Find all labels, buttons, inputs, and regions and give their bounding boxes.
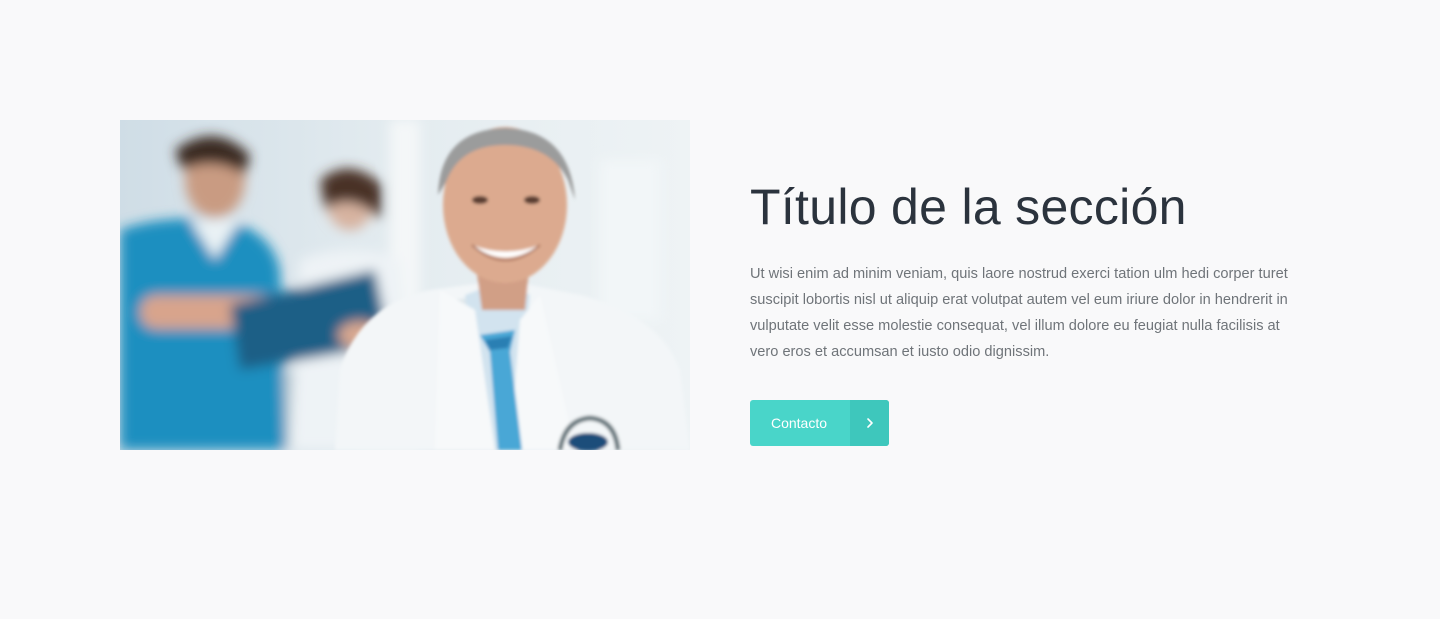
- section-content: Título de la sección Ut wisi enim ad min…: [750, 176, 1320, 365]
- contact-button[interactable]: Contacto: [750, 400, 889, 446]
- doctor-photo-illustration: [120, 120, 690, 450]
- content-section: Título de la sección Ut wisi enim ad min…: [0, 0, 1440, 619]
- section-body-text: Ut wisi enim ad minim veniam, quis laore…: [750, 266, 1288, 360]
- doctor-photo: [120, 120, 690, 450]
- contact-button-label: Contacto: [770, 415, 828, 431]
- chevron-right-icon: [850, 400, 889, 446]
- section-title: Título de la sección: [750, 179, 1187, 235]
